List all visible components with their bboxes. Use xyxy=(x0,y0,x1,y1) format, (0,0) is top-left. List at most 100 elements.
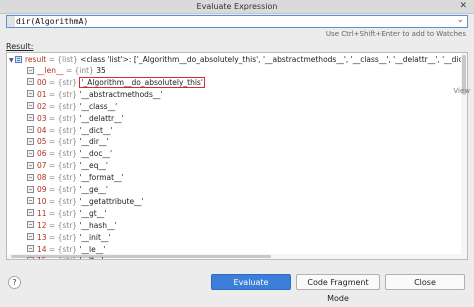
highlighted-value: '_Algorithm__do_absolutely_this' xyxy=(79,76,205,88)
str-icon xyxy=(27,78,34,86)
close-icon[interactable]: ✕ xyxy=(459,0,467,13)
row-type: = {str} xyxy=(46,125,80,135)
row-value: '__lt__' xyxy=(79,256,103,259)
tree-row[interactable]: 08 = {str} '__format__' xyxy=(27,172,124,183)
row-type: = {str} xyxy=(46,220,80,230)
row-name: 02 xyxy=(37,101,47,111)
result-tree[interactable]: ▼ result = {list} <class 'list'>: ['_Algo… xyxy=(6,52,468,260)
row-value: '__delattr__' xyxy=(79,113,124,123)
row-name: 14 xyxy=(37,244,47,254)
row-value: '__gt__' xyxy=(79,208,107,218)
tree-row[interactable]: 07 = {str} '__eq__' xyxy=(27,160,108,171)
row-type: = {str} xyxy=(46,196,80,206)
row-value: '__getattribute__' xyxy=(79,196,144,206)
tree-row[interactable]: __len__ = {int} 35 xyxy=(27,65,106,76)
row-value: '__le__' xyxy=(79,244,106,254)
row-type: = {str} xyxy=(46,244,80,254)
row-name: 07 xyxy=(37,161,47,171)
row-type: = {str} xyxy=(46,149,80,159)
tree-row[interactable]: 02 = {str} '__class__' xyxy=(27,101,117,112)
row-name: 08 xyxy=(37,173,47,183)
str-icon xyxy=(27,233,34,241)
row-value: '__abstractmethods__' xyxy=(79,89,163,99)
view-link[interactable]: View xyxy=(453,87,470,95)
close-button[interactable]: Close xyxy=(385,274,465,290)
int-icon xyxy=(27,66,34,74)
tree-row[interactable]: 04 = {str} '__dict__' xyxy=(27,125,113,136)
root-type: = {list} xyxy=(46,55,81,64)
tree-row[interactable]: 12 = {str} '__hash__' xyxy=(27,220,117,231)
row-name: 00 xyxy=(37,77,47,87)
row-type: = {str} xyxy=(46,232,80,242)
row-type: = {int} xyxy=(63,66,97,75)
row-type: = {str} xyxy=(46,113,80,123)
str-icon xyxy=(27,209,34,217)
vertical-scrollbar[interactable] xyxy=(461,53,467,259)
watches-hint: Use Ctrl+Shift+Enter to add to Watches xyxy=(325,30,466,38)
row-type: = {str} xyxy=(46,161,80,171)
str-icon xyxy=(27,149,34,157)
row-type: = {str} xyxy=(46,137,80,147)
list-icon xyxy=(15,55,22,63)
row-type: = {str} xyxy=(46,208,80,218)
row-type: = {str} xyxy=(46,89,80,99)
tree-row[interactable]: 00 = {str} '_Algorithm__do_absolutely_th… xyxy=(27,76,205,88)
row-name: 12 xyxy=(37,220,47,230)
title-bar: Evaluate Expression ✕ xyxy=(0,0,474,14)
row-value: '__ge__' xyxy=(79,185,108,194)
root-name: result xyxy=(25,55,47,64)
str-icon xyxy=(27,114,34,122)
row-name: __len__ xyxy=(37,66,64,75)
row-value: 35 xyxy=(96,66,106,75)
tree-row[interactable]: 14 = {str} '__le__' xyxy=(27,244,105,255)
tree-row[interactable]: 05 = {str} '__dir__' xyxy=(27,136,109,147)
result-label: Result: xyxy=(6,42,34,51)
row-value: '__format__' xyxy=(79,173,124,183)
row-value: '__init__' xyxy=(79,232,111,242)
str-icon xyxy=(27,245,34,252)
tree-row[interactable]: 13 = {str} '__init__' xyxy=(27,232,110,243)
str-icon xyxy=(27,173,34,181)
tree-row[interactable]: 06 = {str} '__doc__' xyxy=(27,148,112,159)
str-icon xyxy=(27,185,34,193)
expression-input[interactable]: dir(AlgorithmA) ⌄ xyxy=(6,15,468,28)
row-name: 06 xyxy=(37,149,47,159)
row-value: '__class__' xyxy=(79,101,118,111)
row-name: 10 xyxy=(37,196,47,206)
row-value: '__eq__' xyxy=(79,161,108,171)
row-value: '__dict__' xyxy=(79,125,113,135)
code-fragment-mode-button[interactable]: Code Fragment Mode xyxy=(296,274,380,303)
tree-row[interactable]: 10 = {str} '__getattribute__' xyxy=(27,196,144,207)
row-name: 05 xyxy=(37,137,47,147)
row-type: = {str} xyxy=(46,101,80,111)
tree-root-row[interactable]: ▼ result = {list} <class 'list'>: ['_Algo… xyxy=(9,54,467,65)
row-type: = {str} xyxy=(46,77,80,87)
tree-row[interactable]: 03 = {str} '__delattr__' xyxy=(27,113,124,124)
row-name: 15 xyxy=(37,256,47,259)
chevron-down-icon[interactable]: ⌄ xyxy=(456,15,464,25)
row-name: 03 xyxy=(37,113,47,123)
expression-gutter xyxy=(7,16,15,27)
tree-row[interactable]: 01 = {str} '__abstractmethods__' xyxy=(27,89,162,100)
tree-row[interactable]: 09 = {str} '__ge__' xyxy=(27,184,108,195)
row-type: = {str} xyxy=(46,173,80,183)
help-button[interactable]: ? xyxy=(8,276,21,289)
str-icon xyxy=(27,256,34,259)
evaluate-button[interactable]: Evaluate xyxy=(211,274,291,290)
window-title: Evaluate Expression xyxy=(196,2,278,11)
str-icon xyxy=(27,137,34,145)
row-name: 13 xyxy=(37,232,47,242)
row-type: = {str} xyxy=(46,185,80,194)
str-icon xyxy=(27,161,34,169)
row-name: 11 xyxy=(37,208,47,218)
row-name: 04 xyxy=(37,125,47,135)
str-icon xyxy=(27,102,34,110)
row-value: '__doc__' xyxy=(79,149,113,159)
row-name: 01 xyxy=(37,89,47,99)
expression-text[interactable]: dir(AlgorithmA) xyxy=(16,16,88,27)
str-icon xyxy=(27,197,34,205)
tree-row[interactable]: 15 = {str} '__lt__' xyxy=(27,255,104,259)
root-value: <class 'list'>: ['_Algorithm__do_absolut… xyxy=(80,55,467,64)
tree-row[interactable]: 11 = {str} '__gt__' xyxy=(27,208,106,219)
str-icon xyxy=(27,126,34,133)
